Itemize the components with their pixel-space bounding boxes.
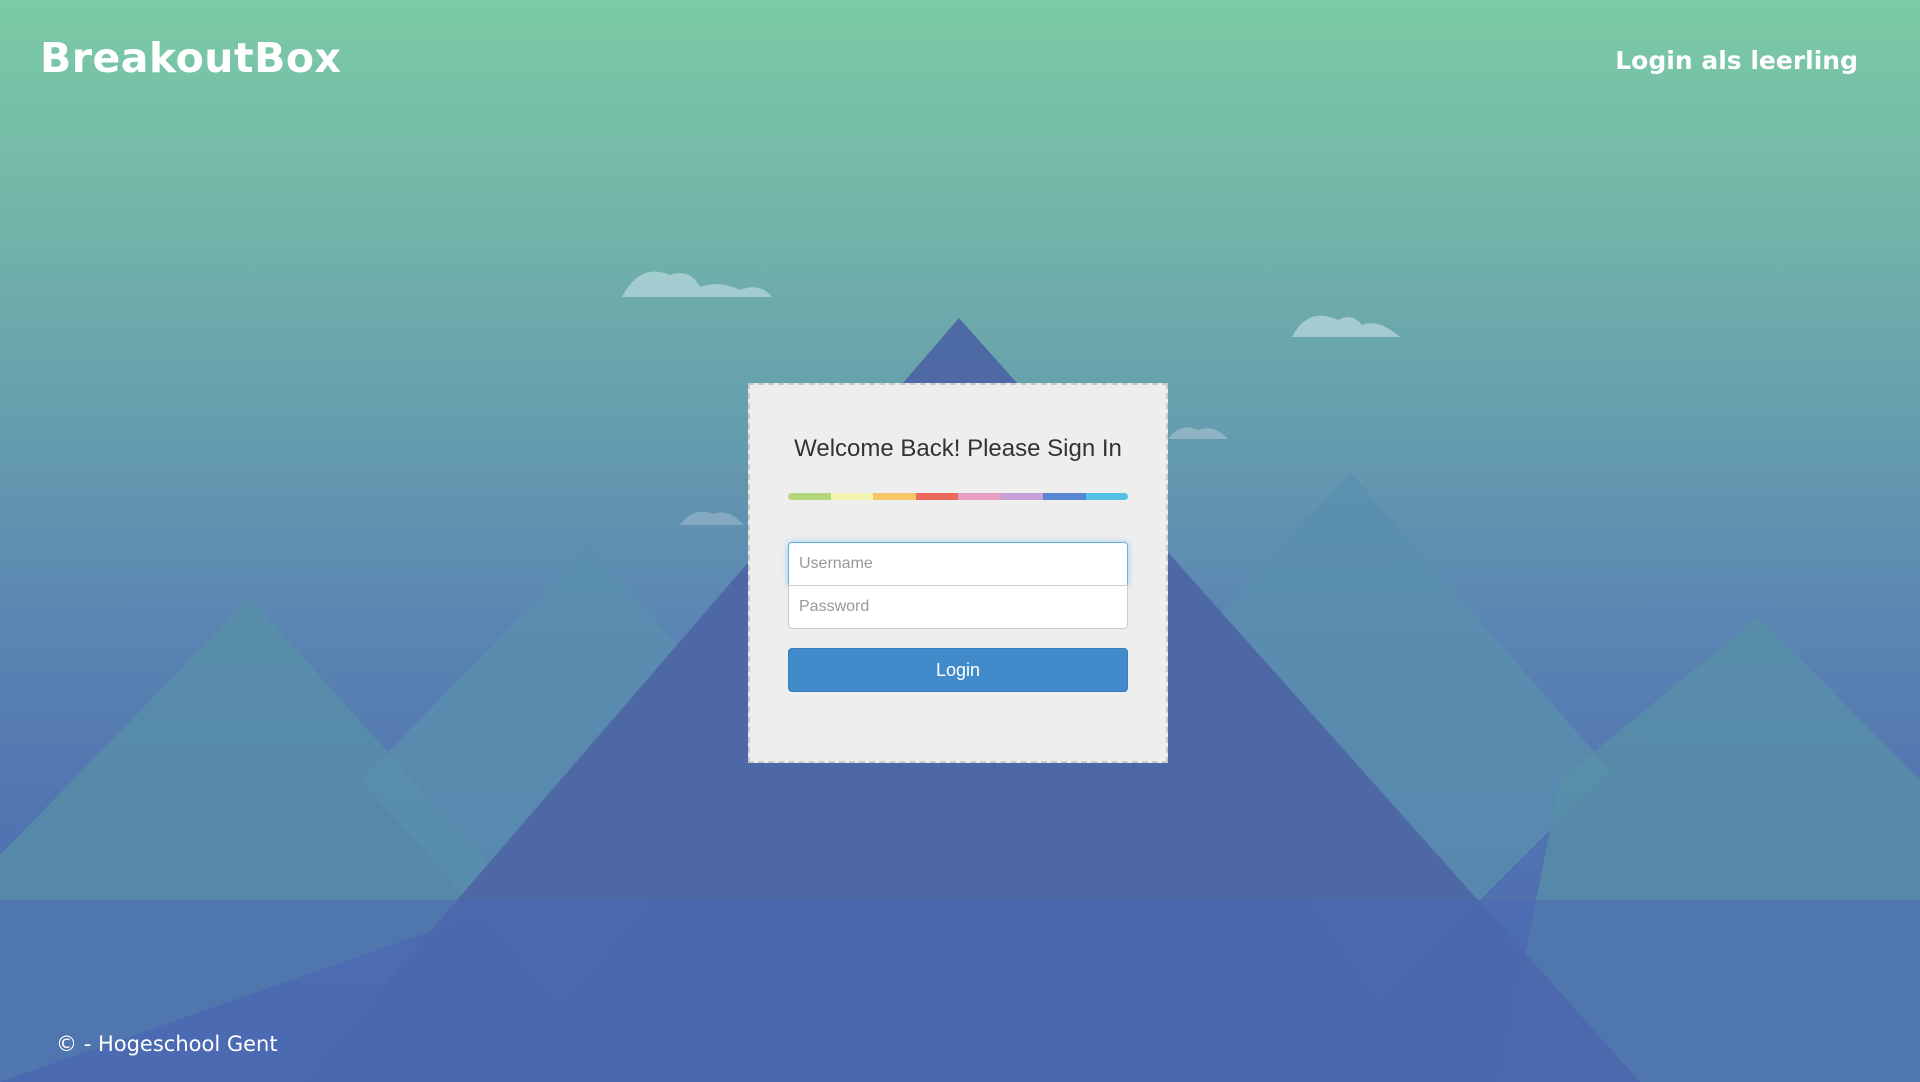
login-title: Welcome Back! Please Sign In <box>794 435 1122 462</box>
divider-segment <box>1043 493 1086 500</box>
rainbow-divider <box>788 493 1128 500</box>
student-login-link[interactable]: Login als leerling <box>1615 46 1858 75</box>
cloud-icon <box>1168 427 1228 439</box>
divider-segment <box>873 493 916 500</box>
cloud-icon <box>680 511 744 525</box>
cloud-icon <box>1292 315 1400 337</box>
login-card: Welcome Back! Please Sign In Login <box>748 383 1168 763</box>
cloud-icon <box>622 271 772 297</box>
username-input[interactable] <box>788 542 1128 586</box>
divider-segment <box>788 493 831 500</box>
password-input[interactable] <box>788 585 1128 629</box>
copyright-icon: © <box>56 1032 77 1056</box>
divider-segment <box>958 493 1001 500</box>
footer: © - Hogeschool Gent <box>56 1032 278 1056</box>
login-button[interactable]: Login <box>788 648 1128 692</box>
logo[interactable]: BreakoutBox <box>40 34 341 82</box>
divider-segment <box>830 493 873 500</box>
divider-segment <box>915 493 958 500</box>
divider-segment <box>1000 493 1043 500</box>
footer-text: - Hogeschool Gent <box>83 1032 278 1056</box>
divider-segment <box>1085 493 1128 500</box>
